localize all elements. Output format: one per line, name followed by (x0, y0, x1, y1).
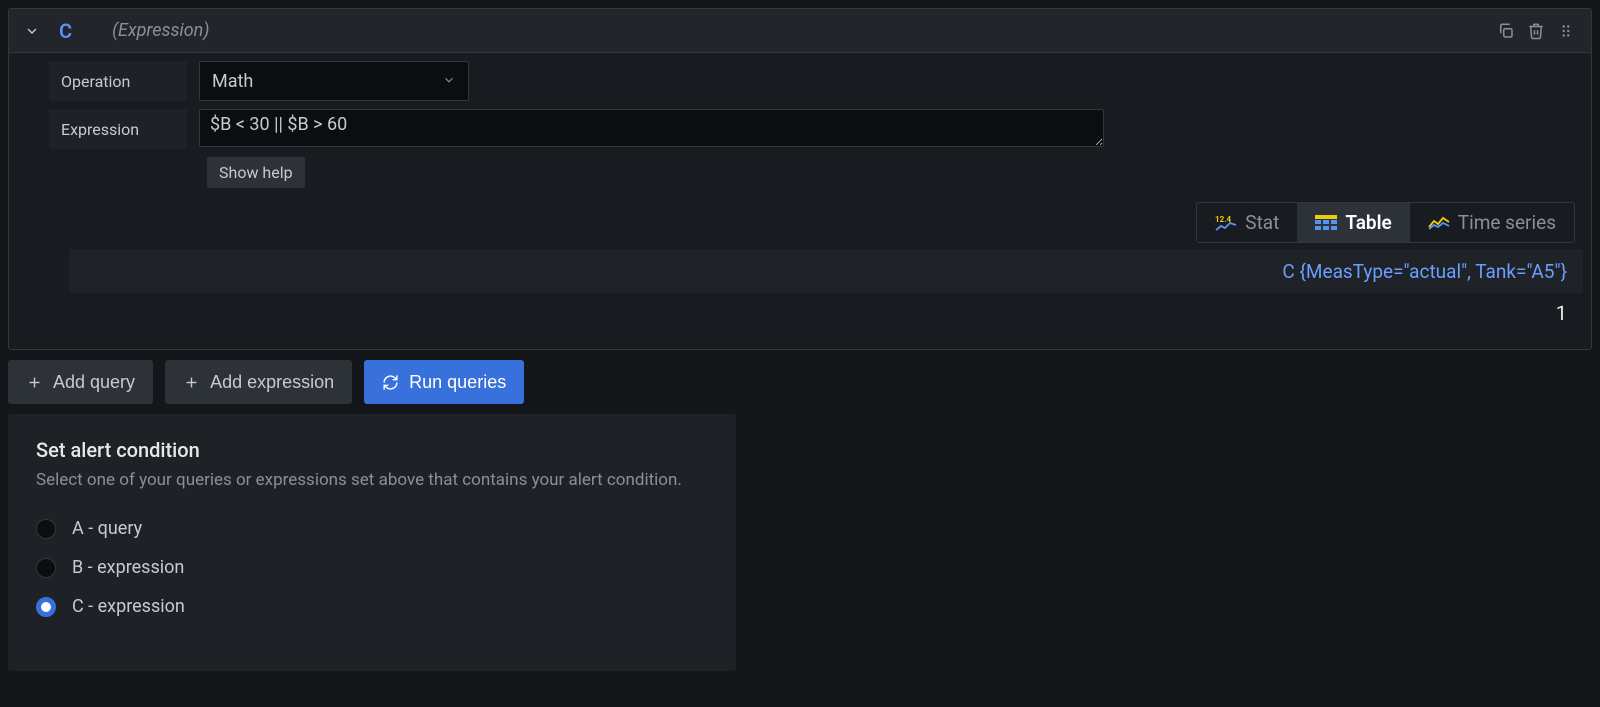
alert-condition-panel: Set alert condition Select one of your q… (8, 414, 736, 671)
viz-timeseries[interactable]: Time series (1410, 203, 1574, 242)
query-ref-letter[interactable]: C (59, 19, 72, 43)
operation-value: Math (212, 71, 253, 92)
condition-option-c[interactable]: C - expression (36, 596, 708, 617)
condition-title: Set alert condition (36, 438, 708, 462)
query-type-tag: (Expression) (112, 20, 209, 41)
svg-text:12.4: 12.4 (1215, 215, 1232, 224)
operation-label: Operation (49, 61, 187, 101)
run-queries-button[interactable]: Run queries (364, 360, 524, 404)
result-header[interactable]: C {MeasType="actual", Tank="A5"} (69, 249, 1583, 293)
viz-stat[interactable]: 12.4 Stat (1197, 203, 1297, 242)
viz-stat-label: Stat (1245, 211, 1279, 234)
visualization-toggle: 12.4 Stat Table Time series (1196, 202, 1575, 243)
condition-option-b[interactable]: B - expression (36, 557, 708, 578)
result-table: C {MeasType="actual", Tank="A5"} 1 (69, 249, 1583, 333)
operation-select[interactable]: Math (199, 61, 469, 101)
expression-label: Expression (49, 109, 187, 149)
condition-option-a[interactable]: A - query (36, 518, 708, 539)
query-actions: Add query Add expression Run queries (8, 360, 1592, 404)
radio-icon (36, 597, 56, 617)
chevron-down-icon (442, 71, 456, 92)
condition-option-label: C - expression (72, 596, 185, 617)
add-expression-button[interactable]: Add expression (165, 360, 352, 404)
add-query-label: Add query (53, 372, 135, 393)
expression-query-card: C (Expression) Operation Math Expression (8, 8, 1592, 350)
condition-option-label: A - query (72, 518, 142, 539)
viz-table-label: Table (1345, 211, 1391, 234)
condition-subtitle: Select one of your queries or expression… (36, 470, 708, 490)
expression-input[interactable] (199, 109, 1104, 147)
timeseries-icon (1428, 215, 1450, 231)
run-queries-label: Run queries (409, 372, 506, 393)
radio-icon (36, 558, 56, 578)
result-value: 1 (69, 293, 1583, 333)
condition-option-label: B - expression (72, 557, 184, 578)
collapse-toggle[interactable] (19, 18, 45, 44)
drag-handle-icon[interactable] (1551, 16, 1581, 46)
stat-icon: 12.4 (1215, 214, 1237, 232)
query-header: C (Expression) (9, 9, 1591, 53)
add-query-button[interactable]: Add query (8, 360, 153, 404)
add-expression-label: Add expression (210, 372, 334, 393)
viz-timeseries-label: Time series (1458, 211, 1556, 234)
show-help-button[interactable]: Show help (207, 157, 305, 188)
table-icon (1315, 215, 1337, 231)
viz-table[interactable]: Table (1297, 203, 1409, 242)
radio-icon (36, 519, 56, 539)
trash-icon[interactable] (1521, 16, 1551, 46)
duplicate-icon[interactable] (1491, 16, 1521, 46)
